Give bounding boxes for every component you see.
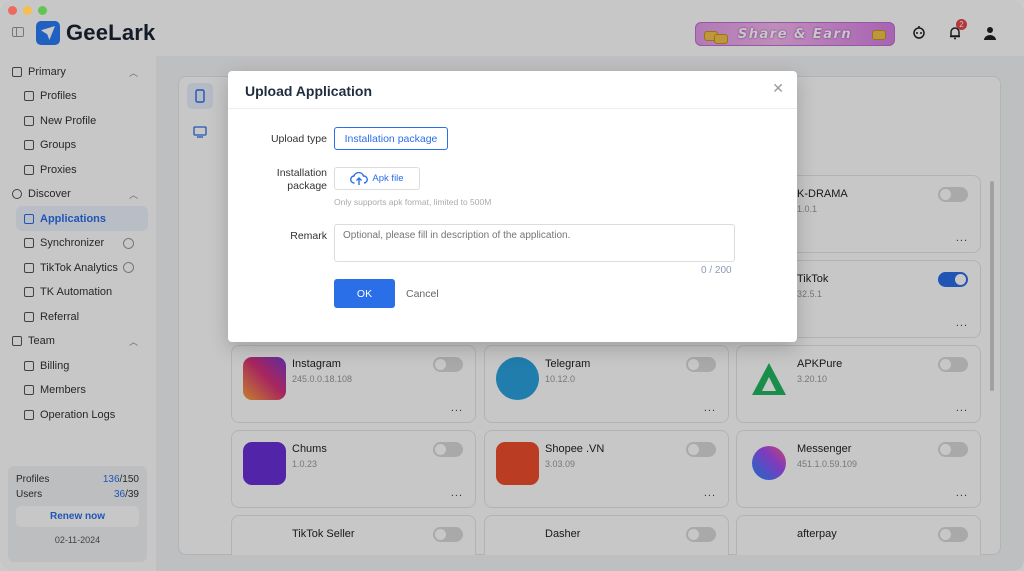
apk-file-upload-button[interactable]: Apk file xyxy=(334,167,420,190)
ok-button[interactable]: OK xyxy=(334,279,395,308)
dialog-header: Upload Application ✕ xyxy=(228,71,797,109)
upload-application-dialog: Upload Application ✕ Upload type Install… xyxy=(228,71,797,342)
character-counter: 0 / 200 xyxy=(701,265,732,276)
window-controls xyxy=(8,6,47,15)
dialog-title: Upload Application xyxy=(245,83,373,99)
upload-type-label: Upload type xyxy=(270,133,327,145)
upload-hint: Only supports apk format, limited to 500… xyxy=(334,197,492,207)
installation-package-option[interactable]: Installation package xyxy=(334,127,448,150)
remark-label: Remark xyxy=(290,230,327,242)
label-line: Installation xyxy=(276,167,327,179)
minimize-window-button[interactable] xyxy=(23,6,32,15)
cancel-button[interactable]: Cancel xyxy=(402,279,443,308)
apk-file-label: Apk file xyxy=(372,173,404,184)
app-window: GeeLark Share & Earn 2 Primary ︿ Profile… xyxy=(0,0,1024,571)
close-window-button[interactable] xyxy=(8,6,17,15)
maximize-window-button[interactable] xyxy=(38,6,47,15)
installation-package-label: Installation package xyxy=(277,167,327,193)
cloud-upload-icon xyxy=(350,172,369,185)
close-icon[interactable]: ✕ xyxy=(772,81,784,97)
remark-textarea[interactable] xyxy=(334,224,735,262)
label-line: package xyxy=(287,180,327,192)
